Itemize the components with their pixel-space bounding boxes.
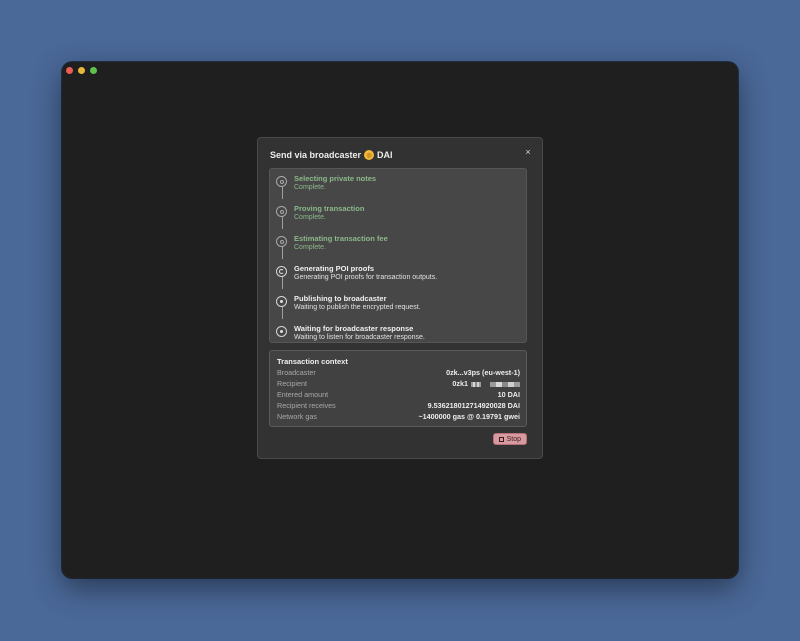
recipient-address: 0zk1 — [452, 379, 468, 388]
step-waiting-response: Waiting for broadcaster response Waiting… — [270, 321, 526, 345]
context-value-recipient: 0zk1 — [452, 379, 520, 388]
stop-button-label: Stop — [506, 435, 521, 443]
step-description: Generating POI proofs for transaction ou… — [294, 274, 438, 281]
window-maximize-button[interactable] — [90, 67, 97, 74]
step-title: Proving transaction — [294, 204, 365, 213]
context-value: 9.536218012714920028 DAI — [427, 401, 520, 410]
redacted-address-part — [471, 381, 481, 387]
step-title: Generating POI proofs — [294, 264, 375, 273]
dialog-title-text: Send via broadcaster — [270, 150, 362, 160]
context-value: 0zk...v3ps (eu-west-1) — [446, 368, 520, 377]
stop-button[interactable]: Stop — [492, 433, 527, 445]
step-description: Complete. — [294, 214, 326, 221]
context-label: Entered amount — [277, 390, 329, 399]
window-controls — [66, 67, 97, 74]
step-complete-icon — [276, 176, 287, 187]
step-spinner-icon — [276, 266, 287, 277]
step-title: Selecting private notes — [294, 174, 377, 183]
dialog-token: DAI — [377, 150, 393, 160]
step-pending-icon — [276, 326, 287, 337]
context-label: Recipient — [277, 379, 307, 388]
context-title: Transaction context — [277, 357, 348, 366]
context-value: 10 DAI — [497, 390, 520, 399]
step-complete-icon — [276, 206, 287, 217]
context-row-recipient: Recipient 0zk1 — [277, 379, 520, 390]
step-title: Publishing to broadcaster — [294, 294, 387, 303]
context-label: Recipient receives — [277, 401, 336, 410]
progress-steps: Selecting private notes Complete. Provin… — [269, 168, 527, 343]
step-selecting-notes: Selecting private notes Complete. — [270, 171, 526, 195]
step-title: Waiting for broadcaster response — [294, 324, 414, 333]
dai-coin-icon: ◎ — [364, 150, 375, 160]
context-row-recipient-receives: Recipient receives 9.536218012714920028 … — [277, 401, 520, 412]
redacted-address-part — [490, 381, 520, 387]
context-value: ~1400000 gas @ 0.19791 gwei — [418, 412, 520, 421]
transaction-context: Transaction context Broadcaster 0zk...v3… — [269, 350, 527, 427]
step-description: Waiting to listen for broadcaster respon… — [294, 334, 425, 341]
close-icon[interactable]: × — [522, 146, 534, 158]
step-description: Waiting to publish the encrypted request… — [294, 304, 421, 311]
step-generating-poi: Generating POI proofs Generating POI pro… — [270, 261, 526, 285]
step-pending-icon — [276, 296, 287, 307]
step-proving: Proving transaction Complete. — [270, 201, 526, 225]
context-label: Network gas — [277, 412, 317, 421]
dialog-title: Send via broadcaster ◎ DAI — [270, 150, 393, 160]
send-dialog: Send via broadcaster ◎ DAI × Selecting p… — [257, 137, 543, 459]
context-label: Broadcaster — [277, 368, 316, 377]
step-title: Estimating transaction fee — [294, 234, 388, 243]
context-row-broadcaster: Broadcaster 0zk...v3ps (eu-west-1) — [277, 368, 520, 379]
window-close-button[interactable] — [66, 67, 73, 74]
stop-icon — [498, 436, 504, 442]
context-row-network-gas: Network gas ~1400000 gas @ 0.19791 gwei — [277, 412, 520, 423]
step-description: Complete. — [294, 184, 326, 191]
step-description: Complete. — [294, 244, 326, 251]
step-complete-icon — [276, 236, 287, 247]
window-minimize-button[interactable] — [78, 67, 85, 74]
context-row-entered-amount: Entered amount 10 DAI — [277, 390, 520, 401]
step-estimating-fee: Estimating transaction fee Complete. — [270, 231, 526, 255]
step-publishing: Publishing to broadcaster Waiting to pub… — [270, 291, 526, 315]
